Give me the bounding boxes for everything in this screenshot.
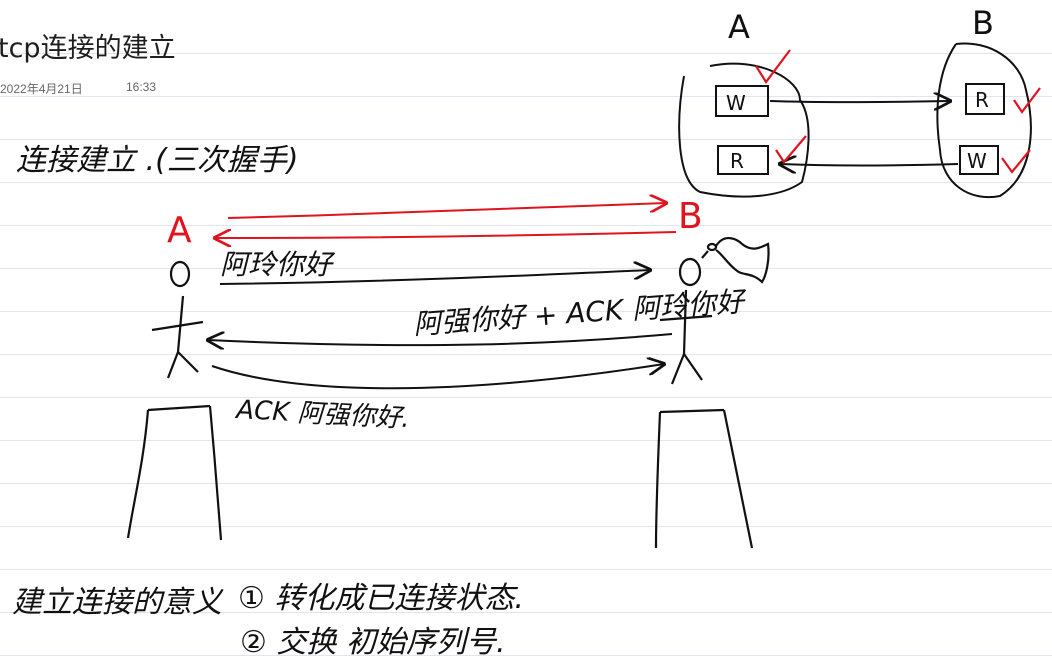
meaning-label: 建立连接的意义 [12, 585, 224, 620]
red-arrow-a-to-b [227, 203, 666, 219]
host-a-label: A [728, 8, 750, 46]
host-a-bubble [678, 62, 810, 198]
red-label-b: B [678, 196, 703, 237]
handwritten-drawing: 连接建立 .(三次握手) A B 阿玲你好 阿强你好 + ACK 阿玲你好 AC… [12, 4, 1041, 660]
stick-figure-a [151, 260, 204, 379]
meaning-item-1: ① 转化成已连接状态. [238, 581, 524, 616]
host-b-label: B [972, 4, 994, 42]
diagram-arrow-a-to-b [769, 101, 950, 102]
msg2-text: 阿强你好 + ACK 阿玲你好 [412, 285, 749, 341]
msg1-text: 阿玲你好 [220, 248, 336, 281]
meaning-item-2: ② 交换 初始序列号. [240, 625, 506, 660]
msg3-arrow [211, 364, 664, 390]
host-a-write-label: W [726, 91, 746, 115]
heading-text: 连接建立 .(三次握手) [16, 143, 298, 178]
host-b-read-label: R [975, 88, 989, 112]
host-b-write-label: W [967, 149, 987, 173]
diagram-arrow-b-to-a [780, 164, 959, 166]
host-a-read-label: R [730, 149, 744, 173]
red-arrow-b-to-a [215, 232, 677, 238]
red-label-a: A [167, 210, 192, 251]
platform-a [126, 404, 223, 541]
platform-b [654, 408, 754, 549]
msg3-text: ACK 阿强你好. [234, 395, 411, 434]
